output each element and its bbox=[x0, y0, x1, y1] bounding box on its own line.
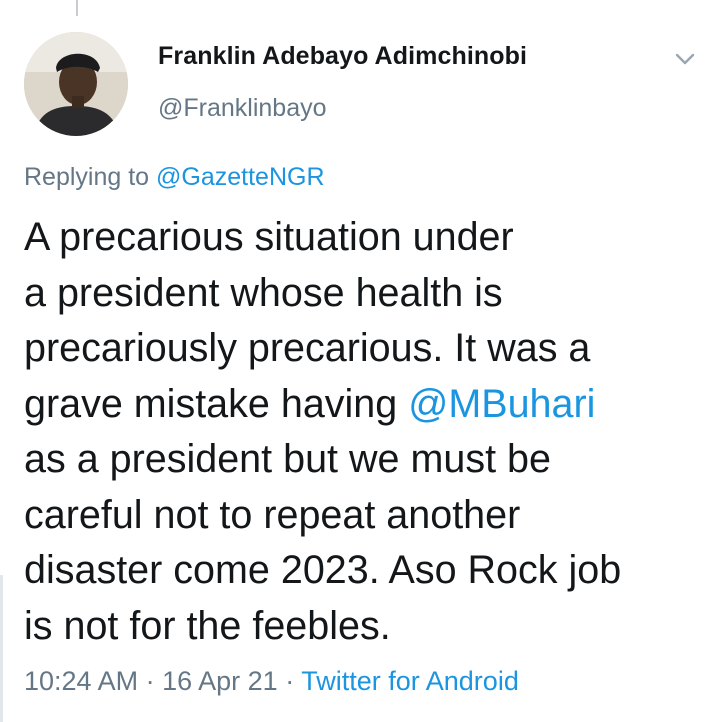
tweet-text: A precarious situation under a president… bbox=[24, 210, 714, 654]
tweet-date[interactable]: 16 Apr 21 bbox=[162, 666, 278, 696]
meta-separator: · bbox=[285, 666, 295, 696]
replying-to: Replying to @GazetteNGR bbox=[24, 163, 325, 192]
mention-link[interactable]: @MBuhari bbox=[408, 382, 595, 426]
tweet-text-line: a president whose health is bbox=[24, 270, 503, 315]
left-edge-divider bbox=[0, 575, 3, 722]
avatar[interactable] bbox=[24, 32, 128, 136]
author-handle[interactable]: @Franklinbayo bbox=[158, 94, 327, 123]
tweet-text-fragment: grave mistake having bbox=[24, 381, 398, 426]
tweet-text-line: A precarious situation under bbox=[24, 215, 514, 259]
tweet-text-line: grave mistake having @MBuhari bbox=[24, 377, 714, 433]
tweet-meta: 10:24 AM · 16 Apr 21 · Twitter for Andro… bbox=[24, 666, 519, 697]
reply-target-mention[interactable]: @GazetteNGR bbox=[156, 163, 324, 191]
replying-to-label: Replying to bbox=[24, 163, 150, 191]
tweet-source-link[interactable]: Twitter for Android bbox=[301, 666, 519, 696]
tweet-text-line: as a president but we must be bbox=[24, 437, 551, 481]
tweet-text-line: careful not to repeat another bbox=[24, 492, 521, 537]
tweet-text-line: disaster come 2023. Aso Rock job bbox=[24, 548, 622, 592]
thread-connector-line bbox=[76, 0, 78, 16]
tweet-text-line: precariously precarious. It was a bbox=[24, 326, 591, 370]
tweet-text-line: is not for the feebles. bbox=[24, 603, 391, 648]
meta-separator: · bbox=[145, 666, 155, 696]
tweet-time[interactable]: 10:24 AM bbox=[24, 666, 138, 696]
chevron-down-icon[interactable] bbox=[672, 48, 698, 70]
author-name[interactable]: Franklin Adebayo Adimchinobi bbox=[158, 42, 527, 71]
